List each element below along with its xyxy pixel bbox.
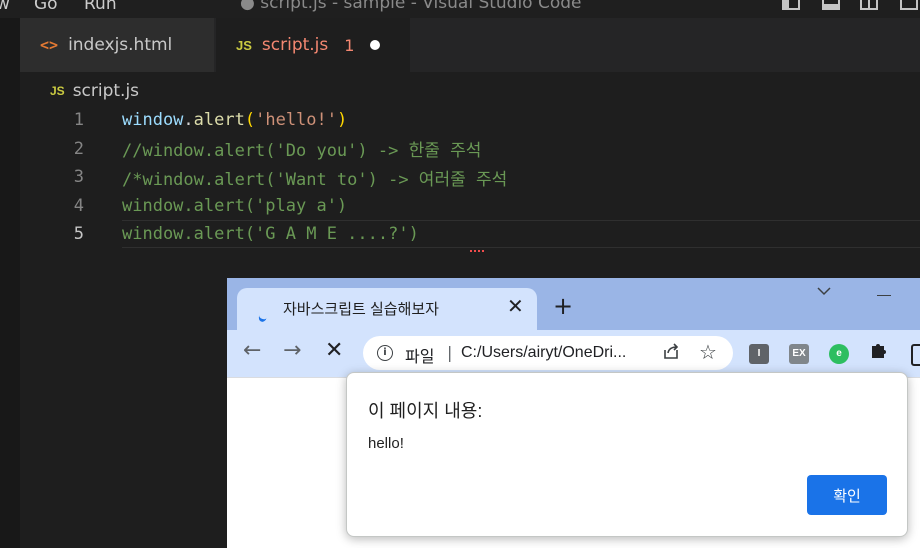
code-line[interactable]: 1 window.alert('hello!') — [20, 106, 920, 134]
editor-tab-bar: <> indexjs.html JS script.js 1 — [20, 18, 920, 72]
browser-tab-strip: 자바스크립트 실습해보자 ✕ + — [227, 278, 920, 330]
breadcrumb[interactable]: JS script.js — [50, 80, 139, 102]
code-line[interactable]: 4 window.alert('play a') — [20, 192, 920, 220]
code-line[interactable]: 2 //window.alert('Do you') -> 한줄 주석 — [20, 135, 920, 163]
breadcrumb-file[interactable]: script.js — [73, 81, 139, 101]
code-token: //window.alert('Do you') -> 한줄 주석 — [122, 141, 482, 161]
title-bar: w Go Run ● script.js - sample - Visual S… — [0, 0, 920, 18]
menu-item-run[interactable]: Run — [84, 0, 117, 14]
new-tab-button[interactable]: + — [553, 294, 573, 318]
code-text[interactable]: //window.alert('Do you') -> 한줄 주석 — [122, 136, 481, 161]
back-arrow-icon[interactable]: ← — [243, 339, 261, 363]
forward-arrow-icon[interactable]: → — [283, 339, 301, 363]
problem-count-badge: 1 — [344, 35, 355, 55]
tab-search-chevron-icon[interactable] — [817, 286, 831, 296]
alert-dialog: 이 페이지 내용: hello! 확인 — [346, 372, 908, 537]
code-token: . — [183, 110, 194, 130]
code-token: window — [122, 110, 184, 130]
dialog-message: hello! — [368, 435, 404, 452]
file-scheme-label: 파일 — [405, 349, 435, 366]
menu-item-go[interactable]: Go — [34, 0, 58, 14]
code-token: window.alert('G A M E ....?') — [122, 224, 419, 244]
share-icon[interactable] — [661, 341, 681, 361]
bookmark-star-icon[interactable]: ☆ — [699, 340, 717, 364]
address-bar[interactable]: i 파일 | C:/Users/airyt/OneDri... ☆ — [363, 336, 733, 370]
toggle-secondary-sidebar-icon[interactable] — [900, 0, 918, 10]
toggle-sidebar-icon[interactable] — [782, 0, 800, 10]
url-text[interactable]: C:/Users/airyt/OneDri... — [461, 344, 626, 362]
code-token: ) — [337, 110, 348, 130]
tab-label: indexjs.html — [68, 35, 173, 55]
extensions-puzzle-icon[interactable] — [869, 340, 889, 360]
dialog-title: 이 페이지 내용: — [368, 401, 483, 421]
window-title: ● script.js - sample - Visual Studio Cod… — [240, 0, 582, 13]
loading-spinner-icon — [257, 309, 269, 324]
tab-label: script.js — [261, 35, 329, 55]
code-text[interactable]: window.alert('G A M E ....?') — [122, 224, 419, 244]
code-line[interactable]: 5 window.alert('G A M E ....?') — [20, 220, 920, 248]
activity-bar — [0, 18, 20, 548]
side-panel-icon[interactable] — [911, 344, 920, 366]
code-editor[interactable]: 1 window.alert('hello!') 2 //window.alert('… — [20, 106, 920, 256]
line-number: 5 — [73, 224, 84, 244]
close-tab-icon[interactable]: ✕ — [507, 294, 524, 318]
minimize-icon[interactable] — [877, 295, 891, 296]
browser-tab[interactable]: 자바스크립트 실습해보자 ✕ — [237, 288, 537, 330]
line-number: 3 — [73, 167, 84, 187]
code-token: /*window.alert('Want to') -> 여러줄 주석 — [122, 169, 508, 190]
js-file-icon: JS — [236, 37, 252, 53]
browser-toolbar: ← → ✕ i 파일 | C:/Users/airyt/OneDri... ☆ … — [227, 330, 920, 377]
extension-i-icon[interactable]: I — [749, 344, 769, 364]
toggle-panel-icon[interactable] — [822, 0, 840, 10]
tab-script-js[interactable]: JS script.js 1 — [216, 18, 410, 72]
line-number: 2 — [73, 138, 84, 159]
code-text[interactable]: window.alert('play a') — [122, 196, 347, 216]
address-separator: | — [447, 343, 453, 362]
ok-button[interactable]: 확인 — [807, 475, 887, 515]
extension-ex-icon[interactable]: EX — [789, 344, 809, 364]
code-text[interactable]: /*window.alert('Want to') -> 여러줄 주석 — [122, 165, 507, 190]
line-number: 4 — [73, 195, 84, 216]
info-icon[interactable]: i — [377, 345, 393, 361]
evernote-extension-icon[interactable]: e — [829, 344, 849, 364]
code-token: ( — [244, 110, 256, 130]
html-file-icon: <> — [40, 36, 59, 54]
js-file-icon: JS — [50, 84, 65, 98]
tab-indexjs-html[interactable]: <> indexjs.html — [20, 18, 214, 72]
customize-layout-icon[interactable] — [860, 0, 878, 10]
unsaved-dot-icon[interactable] — [370, 40, 381, 50]
code-line[interactable]: 3 /*window.alert('Want to') -> 여러줄 주석 — [20, 163, 920, 191]
browser-tab-title: 자바스크립트 실습해보자 — [283, 301, 439, 318]
menu-item-view[interactable]: w — [0, 0, 10, 14]
code-text[interactable]: window.alert('hello!') — [122, 110, 347, 130]
stop-loading-icon[interactable]: ✕ — [325, 339, 343, 363]
code-token: window.alert('play a') — [122, 195, 348, 216]
line-number: 1 — [73, 110, 84, 130]
code-token: alert — [193, 110, 245, 130]
code-token: 'hello!' — [255, 110, 337, 130]
